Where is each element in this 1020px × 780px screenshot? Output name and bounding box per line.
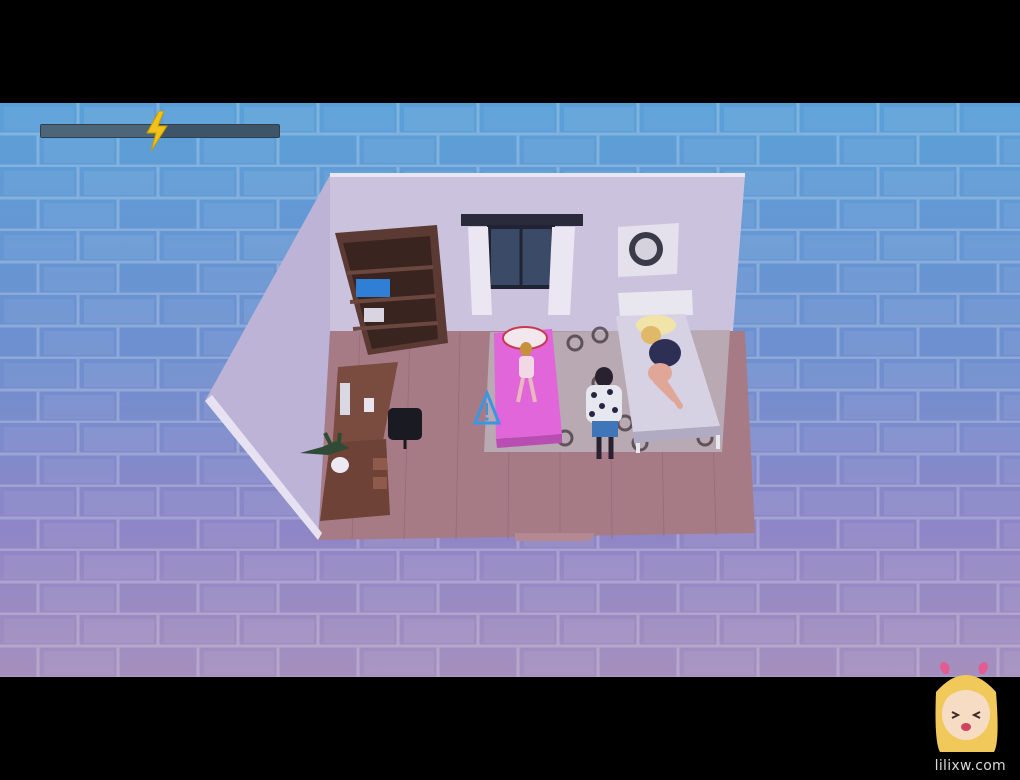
letterbox-bottom [0, 677, 1020, 780]
watermark-text: lilixw.com [934, 758, 1006, 774]
watermark: lilixw.com [922, 660, 1012, 778]
watermark-mascot-icon [935, 662, 998, 752]
left-wall [205, 175, 330, 540]
wall-poster [618, 223, 679, 277]
letterbox-top [0, 0, 1020, 103]
pink-bed[interactable] [494, 326, 562, 448]
desk-monitor[interactable] [340, 383, 350, 415]
game-viewport[interactable] [0, 103, 1020, 677]
room-scene[interactable] [0, 103, 1020, 677]
